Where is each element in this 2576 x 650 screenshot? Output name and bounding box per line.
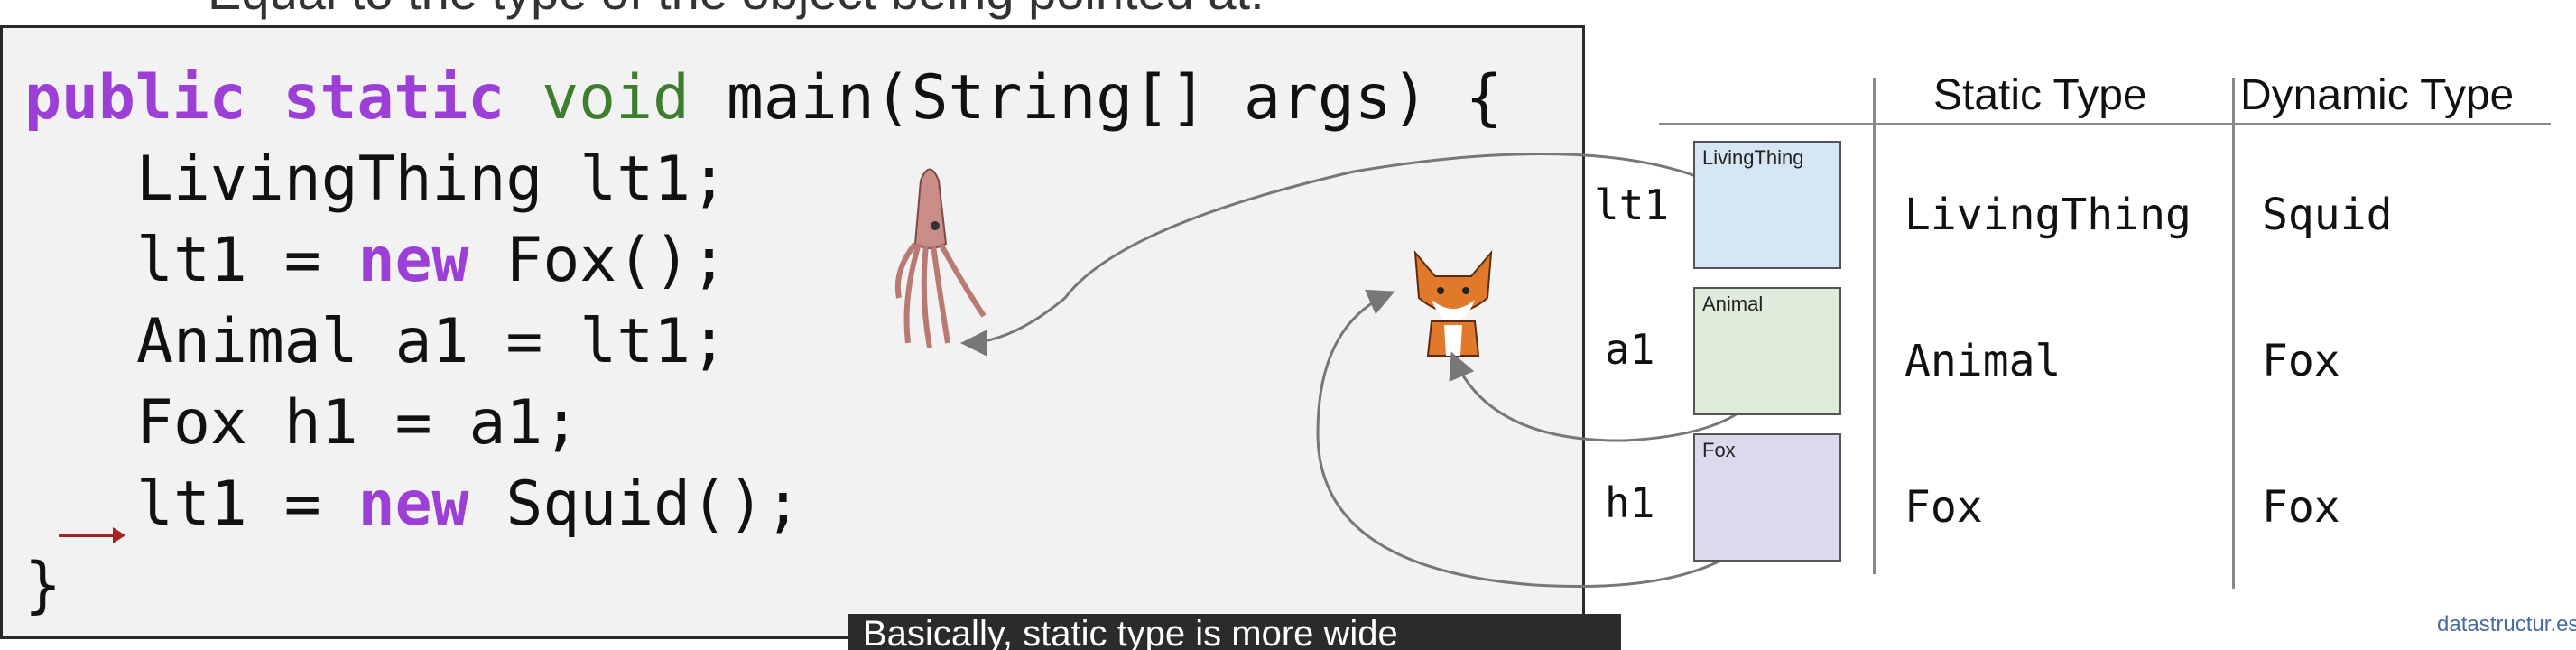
var-label-a1: a1	[1605, 325, 1655, 374]
box-label-livingthing: LivingThing	[1702, 146, 1804, 169]
box-animal: Animal	[1693, 287, 1841, 415]
box-label-animal: Animal	[1702, 292, 1764, 315]
box-fox: Fox	[1693, 433, 1841, 562]
watermark: datastructur.es	[2437, 612, 2576, 636]
box-label-fox: Fox	[1702, 439, 1736, 461]
var-label-h1: h1	[1605, 478, 1655, 527]
box-livingthing: LivingThing	[1693, 141, 1841, 269]
var-label-lt1: lt1	[1594, 181, 1670, 229]
dynamic-type-header: Dynamic Type	[2240, 71, 2515, 119]
static-type-h1: Fox	[1904, 482, 1983, 533]
static-type-lt1: LivingThing	[1904, 190, 2191, 240]
dynamic-type-h1: Fox	[2262, 482, 2340, 533]
dynamic-type-a1: Fox	[2262, 336, 2340, 386]
static-type-header: Static Type	[1933, 71, 2147, 119]
table-divider-1	[1873, 78, 1876, 574]
video-caption: Basically, static type is more wide	[848, 614, 1621, 650]
dynamic-type-lt1: Squid	[2262, 190, 2393, 240]
static-type-a1: Animal	[1904, 336, 2062, 386]
table-header-rule	[1659, 123, 2551, 125]
table-divider-2	[2232, 78, 2235, 589]
pointer-arrows	[960, 153, 1769, 589]
